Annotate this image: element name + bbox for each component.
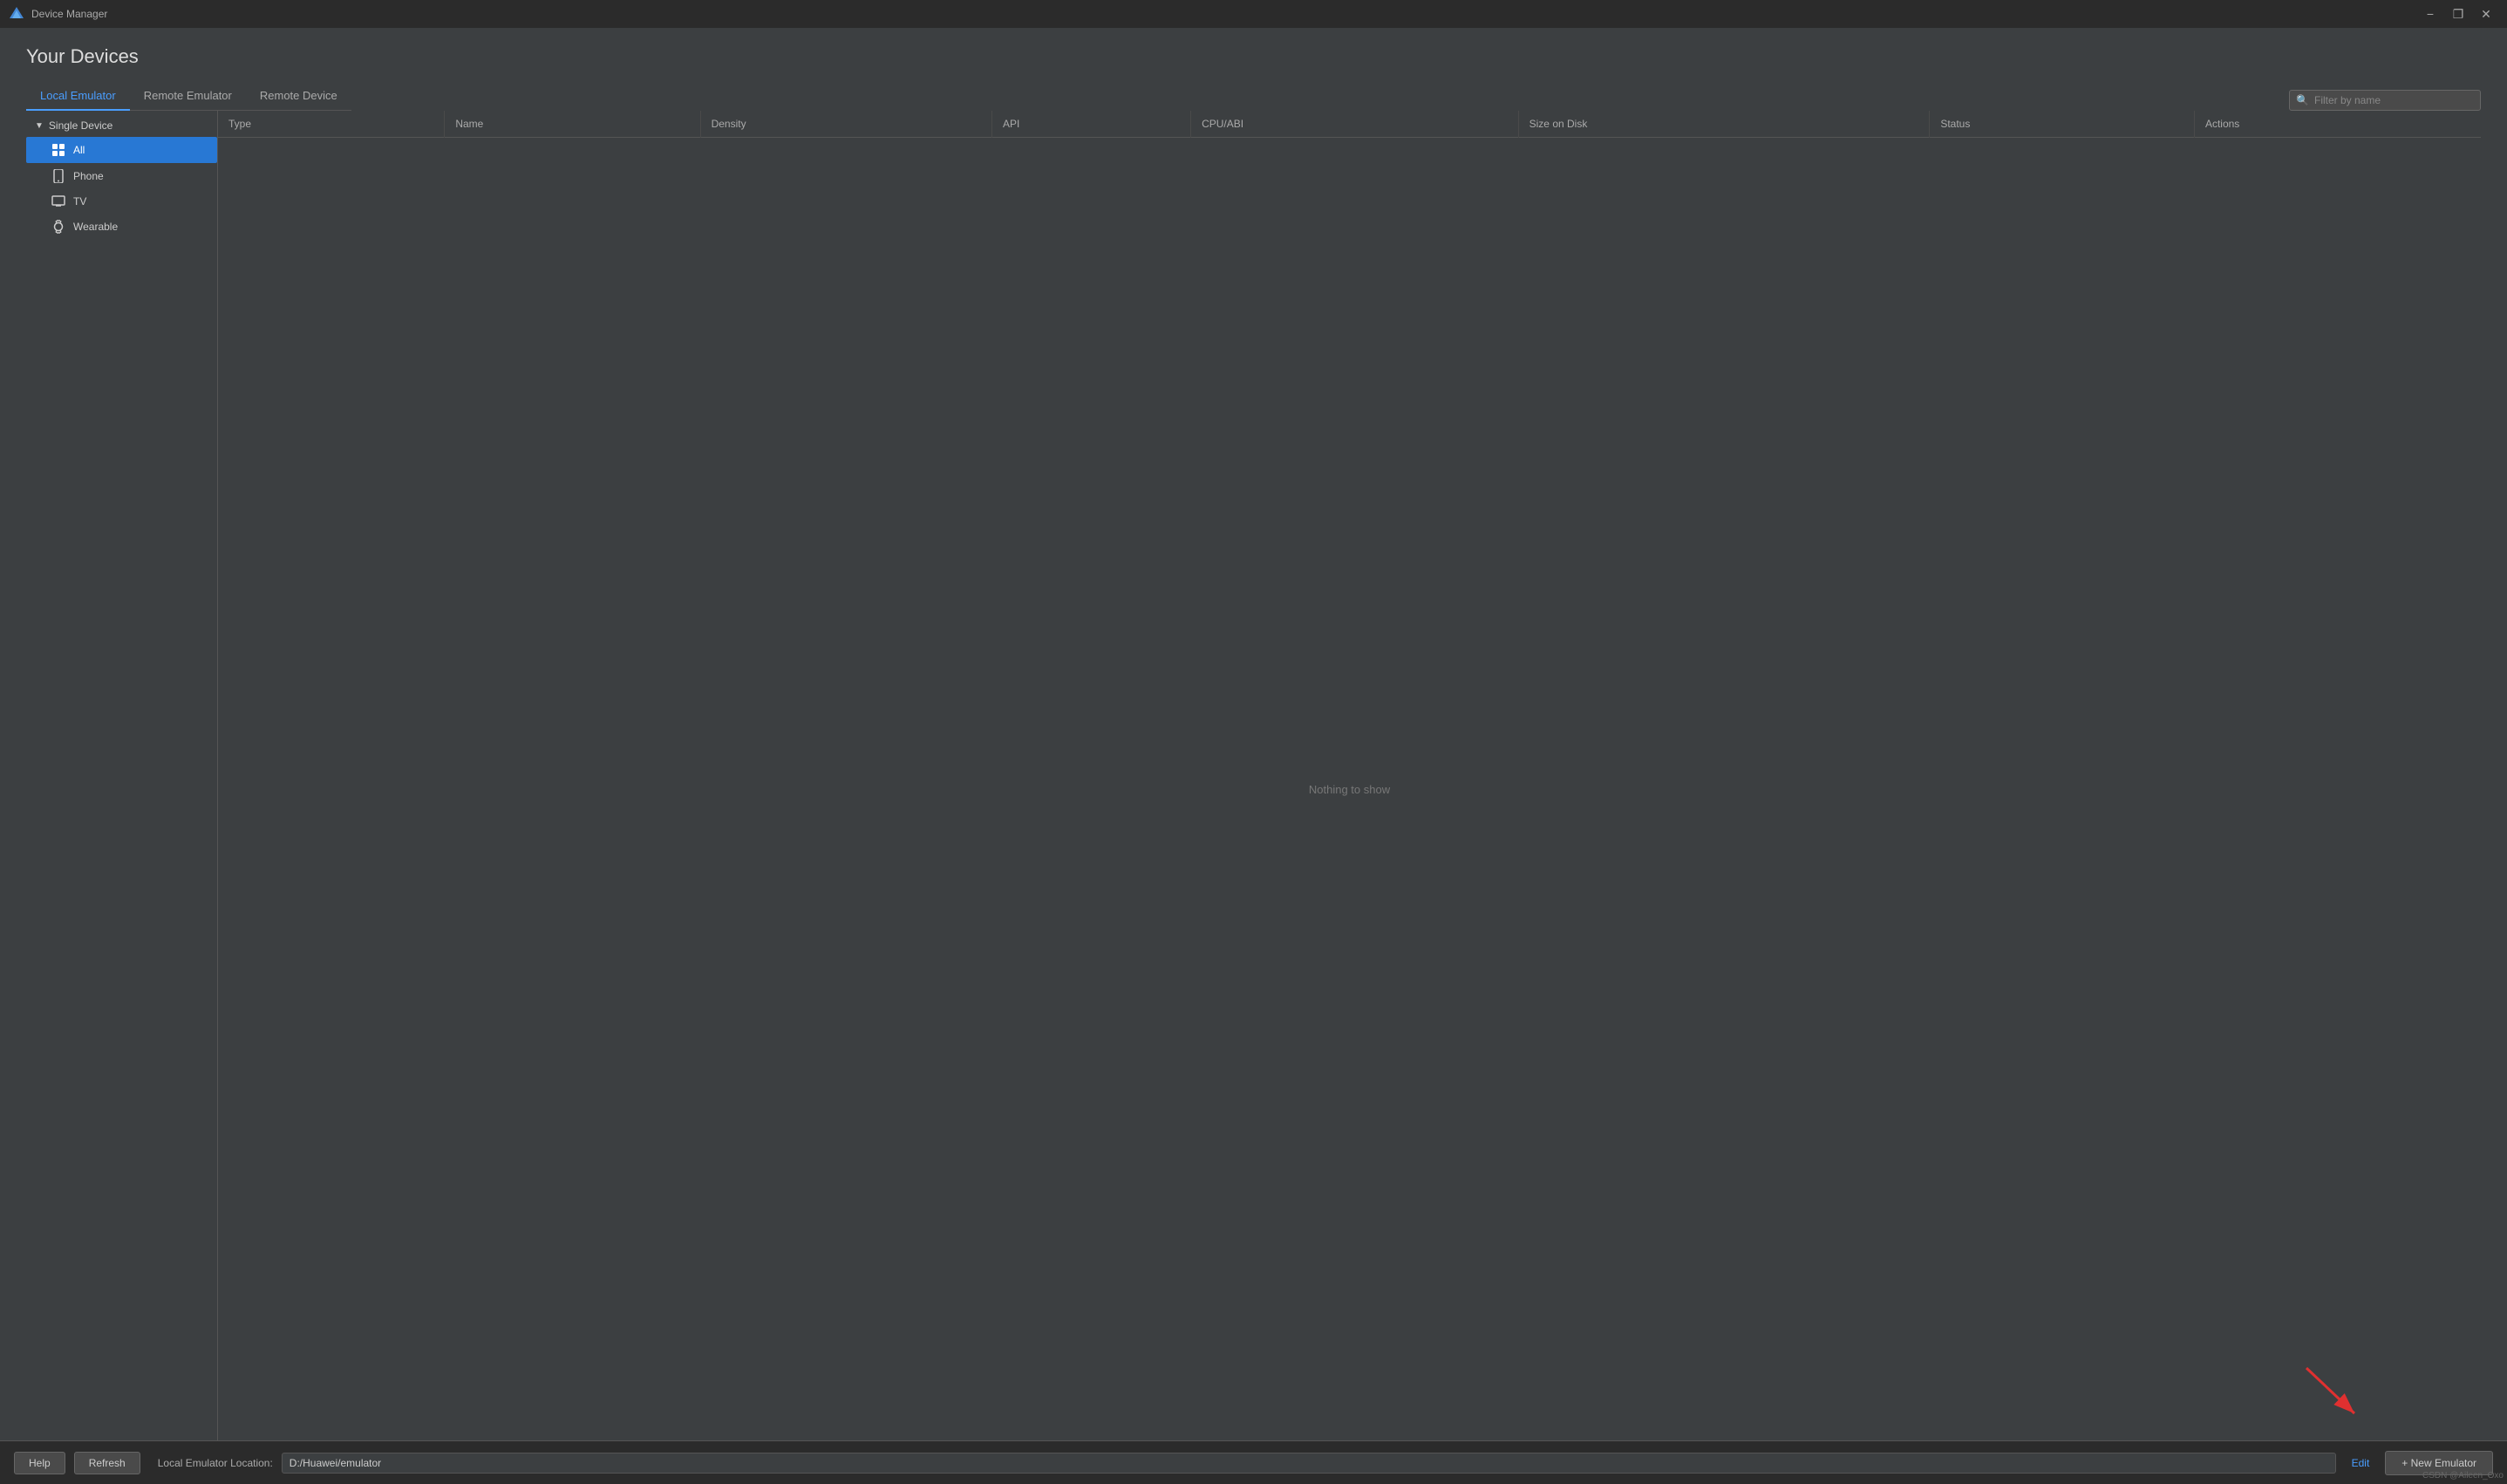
device-table: Type Name Density API CPU/ABI Size on Di…: [218, 111, 2481, 138]
minimize-button[interactable]: −: [2418, 4, 2442, 24]
title-bar: Device Manager − ❐ ✕: [0, 0, 2507, 28]
sidebar-item-wearable[interactable]: Wearable: [26, 214, 217, 240]
tab-remote-device[interactable]: Remote Device: [246, 82, 351, 111]
refresh-button[interactable]: Refresh: [74, 1452, 140, 1474]
location-input[interactable]: [282, 1453, 2336, 1474]
phone-icon: [51, 169, 66, 183]
edit-link[interactable]: Edit: [2352, 1457, 2370, 1469]
filter-wrap: 🔍: [2289, 90, 2481, 111]
page-title: Your Devices: [26, 45, 2481, 68]
tab-local-emulator[interactable]: Local Emulator: [26, 82, 130, 111]
col-status: Status: [1930, 111, 2195, 138]
close-button[interactable]: ✕: [2474, 4, 2498, 24]
sidebar-item-phone[interactable]: Phone: [26, 163, 217, 189]
tab-bar: Local Emulator Remote Emulator Remote De…: [26, 82, 351, 111]
all-icon: [51, 143, 66, 157]
sidebar-item-tv[interactable]: TV: [26, 189, 217, 214]
app-logo: [9, 6, 24, 22]
table-area: Type Name Density API CPU/ABI Size on Di…: [218, 111, 2481, 1440]
sidebar-wearable-label: Wearable: [73, 221, 118, 233]
table-empty-message: Nothing to show: [218, 138, 2481, 1440]
single-device-section[interactable]: ▼ Single Device: [26, 114, 217, 137]
tv-icon: [51, 195, 66, 208]
content-area: ▼ Single Device All: [26, 111, 2481, 1440]
col-type: Type: [218, 111, 445, 138]
col-size: Size on Disk: [1518, 111, 1930, 138]
tab-remote-emulator[interactable]: Remote Emulator: [130, 82, 246, 111]
chevron-down-icon: ▼: [35, 121, 44, 131]
wearable-icon: [51, 220, 66, 234]
new-emulator-button[interactable]: + New Emulator: [2385, 1451, 2493, 1475]
location-label: Local Emulator Location:: [158, 1457, 273, 1469]
col-density: Density: [700, 111, 991, 138]
sidebar: ▼ Single Device All: [26, 111, 218, 1440]
maximize-button[interactable]: ❐: [2446, 4, 2470, 24]
col-api: API: [992, 111, 1191, 138]
col-name: Name: [445, 111, 700, 138]
window-controls: − ❐ ✕: [2418, 4, 2498, 24]
col-actions: Actions: [2194, 111, 2481, 138]
footer: Help Refresh Local Emulator Location: Ed…: [0, 1440, 2507, 1484]
single-device-label: Single Device: [49, 119, 112, 132]
main-content: Your Devices Local Emulator Remote Emula…: [0, 28, 2507, 1440]
app-title: Device Manager: [31, 8, 2418, 20]
sidebar-all-label: All: [73, 144, 85, 156]
col-cpu: CPU/ABI: [1191, 111, 1519, 138]
filter-input[interactable]: [2289, 90, 2481, 111]
sidebar-tv-label: TV: [73, 195, 86, 208]
empty-message-text: Nothing to show: [1309, 783, 1390, 796]
sidebar-phone-label: Phone: [73, 170, 104, 182]
help-button[interactable]: Help: [14, 1452, 65, 1474]
sidebar-item-all[interactable]: All: [26, 137, 217, 163]
